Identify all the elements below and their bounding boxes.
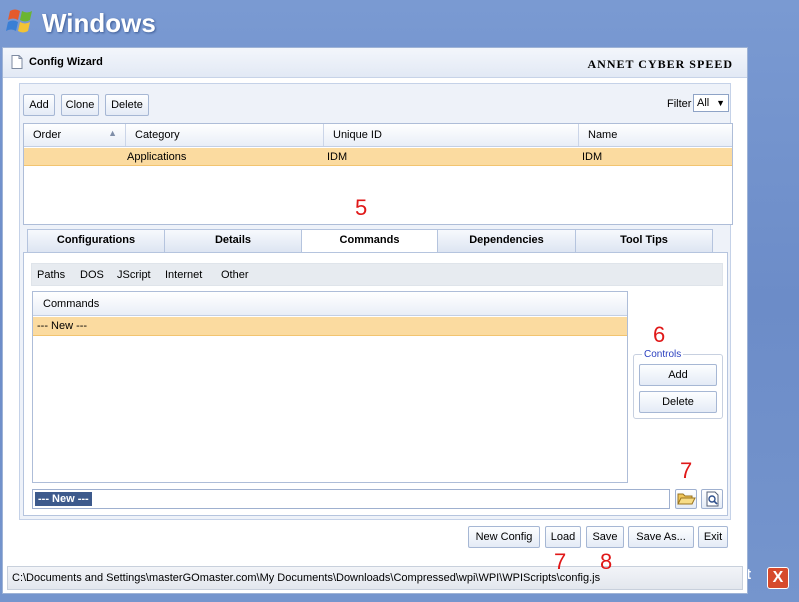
tab-dependencies[interactable]: Dependencies: [437, 229, 576, 253]
save-as-button[interactable]: Save As...: [628, 526, 694, 548]
window-title: Config Wizard: [29, 56, 103, 68]
add-config-button[interactable]: Add: [23, 94, 55, 116]
subtab-paths[interactable]: Paths: [37, 269, 65, 281]
save-button[interactable]: Save: [586, 526, 624, 548]
config-grid: Order ▲ Category Unique ID Name Applicat…: [23, 123, 733, 225]
commands-list-header: Commands: [33, 292, 627, 316]
add-command-button[interactable]: Add: [639, 364, 717, 386]
table-row[interactable]: Applications IDM IDM: [24, 148, 732, 166]
tab-tool-tips[interactable]: Tool Tips: [575, 229, 713, 253]
document-icon: [11, 55, 23, 69]
new-config-button[interactable]: New Config: [468, 526, 540, 548]
annotation-controls-marker: 6: [653, 322, 666, 347]
delete-config-button[interactable]: Delete: [105, 94, 149, 116]
folder-open-icon: [677, 493, 696, 505]
filter-select[interactable]: All ▼: [693, 94, 729, 112]
filter-label: Filter: [667, 98, 692, 110]
cell-name: IDM: [582, 151, 603, 163]
footer-bar: New Config Load Save Save As... Exit: [3, 526, 747, 554]
controls-group: Controls Add Delete: [633, 349, 723, 419]
tab-bar: Configurations Details Commands Dependen…: [27, 229, 730, 253]
exit-button[interactable]: Exit: [698, 526, 728, 548]
cell-unique-id: IDM: [327, 151, 348, 163]
column-header-category[interactable]: Category: [126, 124, 324, 146]
tab-commands[interactable]: Commands: [301, 229, 438, 253]
os-title: Windows: [42, 8, 156, 38]
desktop-close-icon[interactable]: X: [767, 567, 789, 589]
subtab-dos[interactable]: DOS: [80, 269, 104, 281]
chevron-down-icon: ▼: [716, 98, 725, 108]
column-header-unique-id[interactable]: Unique ID: [324, 124, 579, 146]
subtab-bar: Paths DOS JScript Internet Other: [31, 263, 723, 286]
status-bar-path: C:\Documents and Settings\masterGOmaster…: [7, 566, 743, 590]
delete-command-button[interactable]: Delete: [639, 391, 717, 413]
brand-label: ANNET CYBER SPEED: [587, 57, 733, 71]
grid-header: Order ▲ Category Unique ID Name: [24, 124, 732, 147]
config-wizard-window: Config Wizard ANNET CYBER SPEED Add Clon…: [2, 47, 748, 594]
subtab-other[interactable]: Other: [221, 269, 249, 281]
tab-details[interactable]: Details: [164, 229, 302, 253]
annotation-browse-marker: 7: [680, 458, 693, 483]
annotation-save-marker: 8: [600, 549, 613, 574]
commands-list: Commands --- New ---: [32, 291, 628, 483]
subtab-internet[interactable]: Internet: [165, 269, 202, 281]
column-header-order[interactable]: Order ▲: [24, 124, 126, 146]
window-titlebar: Config Wizard ANNET CYBER SPEED: [3, 48, 747, 78]
annotation-load-marker: 7: [554, 549, 567, 574]
browse-button[interactable]: [675, 489, 697, 509]
tab-configurations[interactable]: Configurations: [27, 229, 165, 253]
filter-value: All: [697, 97, 710, 109]
windows-logo-icon: [6, 9, 32, 33]
command-input[interactable]: --- New ---: [32, 489, 670, 509]
command-input-value: --- New ---: [35, 492, 92, 506]
search-document-icon: [706, 491, 719, 507]
annotation-tabs-marker: 5: [355, 195, 368, 220]
clone-config-button[interactable]: Clone: [61, 94, 99, 116]
list-item[interactable]: --- New ---: [33, 317, 627, 336]
cell-category: Applications: [127, 151, 187, 163]
column-header-name[interactable]: Name: [579, 124, 732, 146]
subtab-jscript[interactable]: JScript: [117, 269, 151, 281]
inspect-button[interactable]: [701, 489, 723, 509]
load-button[interactable]: Load: [545, 526, 581, 548]
controls-legend: Controls: [642, 349, 684, 360]
commands-tab-panel: Paths DOS JScript Internet Other Command…: [23, 252, 728, 516]
config-panel: Add Clone Delete Filter All ▼ Order ▲ Ca…: [19, 83, 733, 520]
sort-icon: ▲: [108, 128, 117, 138]
